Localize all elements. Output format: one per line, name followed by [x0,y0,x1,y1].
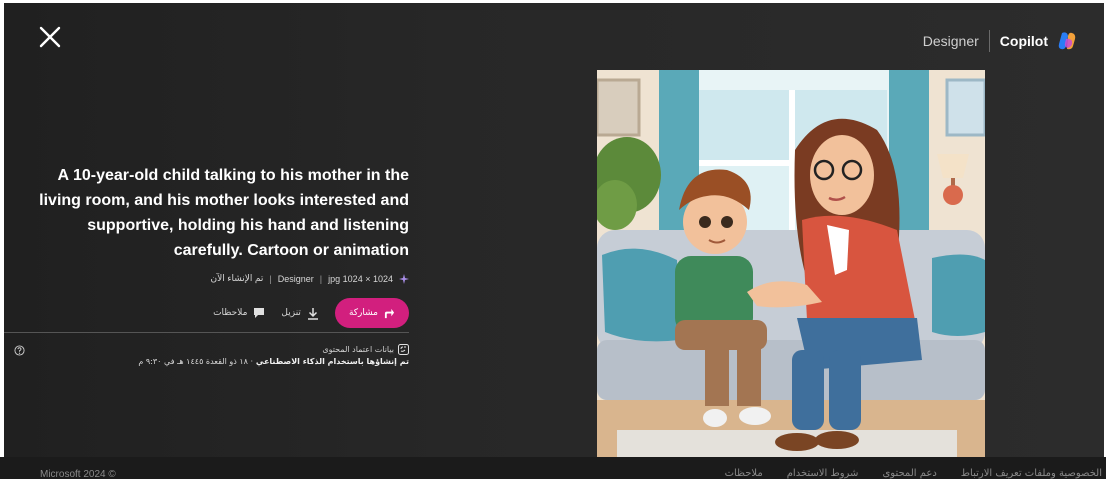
footer-links: الخصوصية وملفات تعريف الارتباط دعم المحت… [725,468,1102,479]
credentials-detail: تم إنشاؤها باستخدام الذكاء الاصطناعي · ١… [64,357,409,366]
download-label: تنزيل [281,308,301,318]
credentials-title: بيانات اعتماد المحتوى [322,345,394,354]
comment-icon [254,308,265,318]
page-footer: Microsoft 2024 © الخصوصية وملفات تعريف ا… [0,457,1106,480]
image-prompt: A 10-year-old child talking to his mothe… [39,167,409,259]
generated-image[interactable] [597,70,985,457]
credentials-title-row: بيانات اعتماد المحتوى [64,344,409,355]
file-info: 1024 × 1024 jpg [328,273,393,284]
credentials-date: · ١٨ ذو القعدة ١٤٤٥ هـ في ٩:٣٠ م [138,357,254,366]
footer-link-feedback[interactable]: ملاحظات [725,468,763,479]
close-button[interactable] [38,25,62,49]
footer-link-privacy[interactable]: الخصوصية وملفات تعريف الارتباط [961,468,1102,479]
brand-separator [988,30,990,52]
download-button[interactable]: تنزيل [281,307,319,320]
feedback-button[interactable]: ملاحظات [213,307,265,319]
content-credentials-icon [398,344,409,355]
cartoon-illustration [597,70,985,457]
feedback-label: ملاحظات [213,308,248,318]
info-divider [4,332,409,333]
credentials-ai-note: تم إنشاؤها باستخدام الذكاء الاصطناعي [255,357,409,366]
copilot-logo-icon [1058,32,1076,50]
image-meta: 1024 × 1024 jpg | Designer | تم الإنشاء … [24,273,409,284]
share-button[interactable]: مشاركة [334,298,409,328]
meta-created: تم الإنشاء الآن [210,273,264,283]
image-viewer-overlay: Designer Copilot A 10-year-old child tal… [4,3,1104,457]
meta-separator: | [319,273,323,284]
share-label: مشاركة [348,308,378,318]
image-info-panel: A 10-year-old child talking to his mothe… [24,163,409,328]
download-icon [307,307,318,320]
footer-link-terms[interactable]: شروط الاستخدام [787,468,859,479]
meta-separator: | [269,273,272,284]
footer-copyright: Microsoft 2024 © [40,469,116,480]
image-actions: مشاركة تنزيل ملاحظات [24,298,409,328]
designer-sparkle-icon [399,273,409,284]
designer-label: Designer [922,33,979,49]
copilot-label: Copilot [999,33,1048,49]
brand-header: Designer Copilot [923,27,1078,55]
meta-source: Designer [277,273,314,284]
close-icon [39,26,61,48]
footer-link-content-support[interactable]: دعم المحتوى [882,468,936,479]
share-icon [384,308,395,318]
content-credentials: بيانات اعتماد المحتوى تم إنشاؤها باستخدا… [64,344,409,366]
help-icon[interactable] [14,345,25,356]
